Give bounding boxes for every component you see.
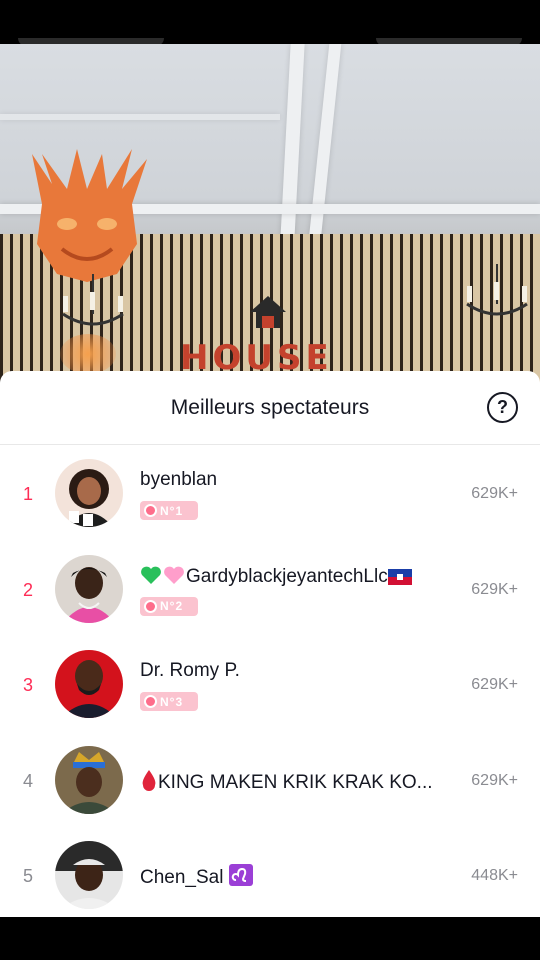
dragon-head-decoration [32, 149, 147, 282]
avatar[interactable] [55, 554, 123, 623]
rank-number: 4 [22, 770, 33, 791]
viewer-name[interactable]: Dr. Romy P. [140, 660, 240, 682]
leo-zodiac-icon [228, 864, 253, 887]
chandelier-right [466, 264, 528, 316]
lamp-glow [60, 334, 116, 374]
viewer-name[interactable]: KING MAKEN KRIK KRAK KO... [140, 769, 433, 794]
top-viewers-sheet: Meilleurs spectateurs ? 1 byenblan N°1 6… [0, 371, 540, 917]
viewer-score: 629K+ [471, 771, 518, 789]
clock-badge-icon [144, 599, 157, 613]
viewer-row[interactable]: 1 byenblan N°1 629K+ [0, 446, 540, 542]
viewer-score: 629K+ [471, 485, 518, 502]
ceiling-beam [306, 44, 342, 259]
sheet-header: Meilleurs spectateurs ? [0, 371, 540, 445]
clock-badge-icon [144, 695, 157, 709]
ceiling-beam [279, 44, 305, 259]
badge-label: N°3 [160, 694, 184, 709]
rank-number: 5 [22, 866, 33, 887]
live-video[interactable]: HOUSE [0, 44, 540, 384]
viewer-name[interactable]: Chen_Sal [140, 864, 253, 889]
avatar[interactable] [55, 650, 123, 719]
viewer-score: 629K+ [471, 580, 518, 598]
rank-badge: N°3 [140, 692, 198, 712]
badge-label: N°2 [160, 599, 184, 614]
rank-number: 2 [22, 579, 33, 600]
viewer-name-text: GardyblackjeyantechLlc [186, 565, 388, 587]
house-logo-icon [250, 296, 286, 328]
viewer-name-text: KING MAKEN KRIK KRAK KO... [158, 771, 433, 793]
clock-badge-icon [144, 504, 157, 517]
rank-badge: N°2 [140, 596, 198, 616]
viewer-row[interactable]: 5 Chen_Sal 448K+ [0, 828, 540, 917]
viewer-row[interactable]: 2 GardyblackjeyantechLlc N°2 629K+ [0, 542, 540, 638]
help-icon[interactable]: ? [487, 392, 518, 423]
viewer-name[interactable]: byenblan [140, 469, 217, 491]
avatar[interactable] [55, 745, 123, 814]
red-drop-icon [142, 769, 156, 791]
bottom-bar [0, 917, 540, 960]
avatar[interactable] [55, 841, 123, 910]
pink-heart-icon [164, 566, 184, 584]
viewer-row[interactable]: 3 Dr. Romy P. N°3 629K+ [0, 637, 540, 733]
rank-number: 1 [22, 484, 33, 504]
green-heart-icon [141, 566, 161, 584]
rank-badge: N°1 [140, 501, 198, 520]
avatar[interactable] [55, 459, 123, 527]
ceiling-beam [0, 114, 280, 120]
viewer-score: 448K+ [471, 867, 518, 885]
sheet-title: Meilleurs spectateurs [170, 396, 370, 419]
viewer-score: 629K+ [471, 676, 518, 694]
haiti-flag-icon [387, 568, 412, 585]
viewer-name[interactable]: GardyblackjeyantechLlc [140, 565, 412, 588]
status-bar [0, 0, 540, 46]
viewer-list: 1 byenblan N°1 629K+ 2 Gardyblackjeyante… [0, 446, 540, 917]
badge-label: N°1 [160, 503, 184, 518]
rank-number: 3 [22, 675, 33, 696]
viewer-name-text: Chen_Sal [140, 867, 224, 889]
viewer-row[interactable]: 4 KING MAKEN KRIK KRAK KO... 629K+ [0, 733, 540, 829]
